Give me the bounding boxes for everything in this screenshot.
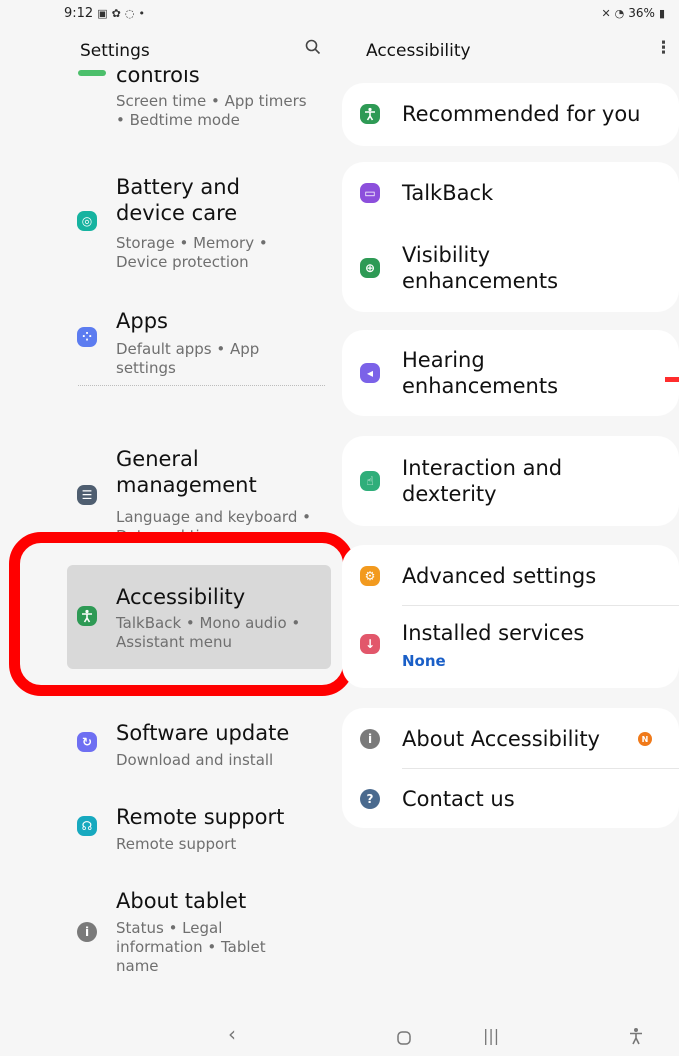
sync-icon: ◌ (124, 7, 135, 20)
visibility-icon: ⊕ (360, 258, 380, 278)
card-hearing: ◂ Hearing enhancements (342, 330, 679, 416)
card-recommended: Recommended for you (342, 83, 679, 146)
search-icon[interactable] (304, 38, 322, 61)
card-advanced: ⚙ Advanced settings ↓ Installed services… (342, 545, 679, 688)
settings-item-subtitle: Status • Legal information • Tablet name (116, 919, 266, 975)
wifi-icon: ◔ (614, 6, 625, 20)
settings-item-title: controls (116, 70, 200, 87)
menu-item-label: Contact us (402, 787, 515, 811)
menu-item-about-accessibility[interactable]: i About Accessibility N (342, 708, 679, 768)
status-time: 9:12 (64, 6, 94, 21)
settings-item-title: About tablet (116, 889, 247, 913)
new-badge: N (638, 732, 652, 746)
home-icon[interactable] (396, 1027, 412, 1051)
settings-item-subtitle: Default apps • App settings (116, 340, 260, 377)
menu-item-interaction-and-dexterity[interactable]: ☝ Interaction and dexterity (342, 436, 679, 526)
menu-item-advanced-settings[interactable]: ⚙ Advanced settings (342, 545, 679, 605)
dot-icon: • (138, 7, 145, 20)
software-update-icon: ↻ (77, 732, 97, 752)
section-divider (78, 385, 325, 386)
settings-title: Settings (80, 41, 150, 61)
settings-item-title: Apps (116, 309, 168, 333)
status-bar-right: ✕ ◔ 36% ▮ (601, 6, 665, 20)
menu-item-label: Visibility enhancements (402, 243, 559, 293)
battery-icon: ▮ (658, 6, 665, 20)
settings-item-remote-support[interactable]: ☊ Remote support Remote support (64, 804, 336, 864)
apps-icon: ⁘ (77, 327, 97, 347)
settings-item-about-tablet[interactable]: i About tablet Status • Legal informatio… (64, 888, 336, 988)
device-care-icon: ◎ (77, 211, 97, 231)
menu-item-hearing-enhancements[interactable]: ◂ Hearing enhancements (342, 330, 679, 416)
wellbeing-icon (78, 70, 106, 76)
settings-item-software-update[interactable]: ↻ Software update Download and install (64, 720, 336, 780)
settings-item-digital-wellbeing[interactable]: controls Screen time • App timers • Bedt… (64, 70, 336, 140)
about-tablet-icon: i (77, 922, 97, 942)
menu-item-label: About Accessibility (402, 727, 600, 751)
menu-item-label: TalkBack (402, 181, 494, 205)
contact-us-icon: ? (360, 789, 380, 809)
annotation-highlight-box (9, 532, 354, 696)
menu-item-label: Hearing enhancements (402, 348, 559, 398)
mute-icon: ✕ (601, 6, 611, 20)
menu-item-installed-services[interactable]: ↓ Installed services None (342, 606, 679, 688)
settings-item-apps[interactable]: ⁘ Apps Default apps • App settings (64, 308, 336, 380)
menu-item-label: Installed services (402, 621, 585, 645)
recents-icon[interactable]: ||| (483, 1026, 499, 1045)
annotation-arrow (665, 377, 679, 382)
accessibility-shortcut-icon[interactable] (628, 1026, 644, 1050)
settings-item-title: General management (116, 447, 257, 497)
general-management-icon: ☰ (77, 485, 97, 505)
menu-item-label: Recommended for you (402, 102, 641, 126)
image-icon: ▣ (97, 7, 108, 20)
menu-item-visibility-enhancements[interactable]: ⊕ Visibility enhancements (342, 222, 679, 312)
card-interaction: ☝ Interaction and dexterity (342, 436, 679, 526)
gear-icon: ✿ (111, 7, 121, 20)
menu-item-recommended-for-you[interactable]: Recommended for you (342, 83, 679, 146)
more-icon[interactable]: ⋮ (655, 38, 672, 58)
settings-item-title: Remote support (116, 805, 285, 829)
settings-item-title: Battery and device care (116, 175, 240, 225)
recommended-icon (360, 104, 380, 124)
talkback-icon: ▭ (360, 183, 380, 203)
settings-item-subtitle: Remote support (116, 835, 237, 853)
back-icon[interactable]: ‹ (228, 1022, 236, 1046)
menu-item-status: None (402, 652, 446, 670)
remote-support-icon: ☊ (77, 816, 97, 836)
battery-level: 36% (628, 6, 655, 20)
accessibility-page-title: Accessibility (366, 41, 471, 61)
installed-services-icon: ↓ (360, 634, 380, 654)
menu-item-label: Advanced settings (402, 564, 597, 588)
status-bar-left: 9:12 ▣ ✿ ◌ • (64, 6, 145, 21)
settings-item-subtitle: Download and install (116, 751, 274, 769)
advanced-settings-icon: ⚙ (360, 566, 380, 586)
card-about: i About Accessibility N ? Contact us (342, 708, 679, 828)
settings-item-battery-device-care[interactable]: ◎ Battery and device care Storage • Memo… (64, 174, 336, 284)
menu-item-talkback[interactable]: ▭ TalkBack (342, 162, 679, 222)
hearing-icon: ◂ (360, 363, 380, 383)
about-accessibility-icon: i (360, 729, 380, 749)
menu-item-contact-us[interactable]: ? Contact us (342, 769, 679, 828)
settings-item-subtitle: Screen time • App timers • Bedtime mode (116, 92, 307, 129)
interaction-icon: ☝ (360, 471, 380, 491)
card-vision: ▭ TalkBack ⊕ Visibility enhancements (342, 162, 679, 312)
settings-item-subtitle: Storage • Memory • Device protection (116, 234, 268, 271)
settings-item-title: Software update (116, 721, 290, 745)
menu-item-label: Interaction and dexterity (402, 456, 563, 506)
